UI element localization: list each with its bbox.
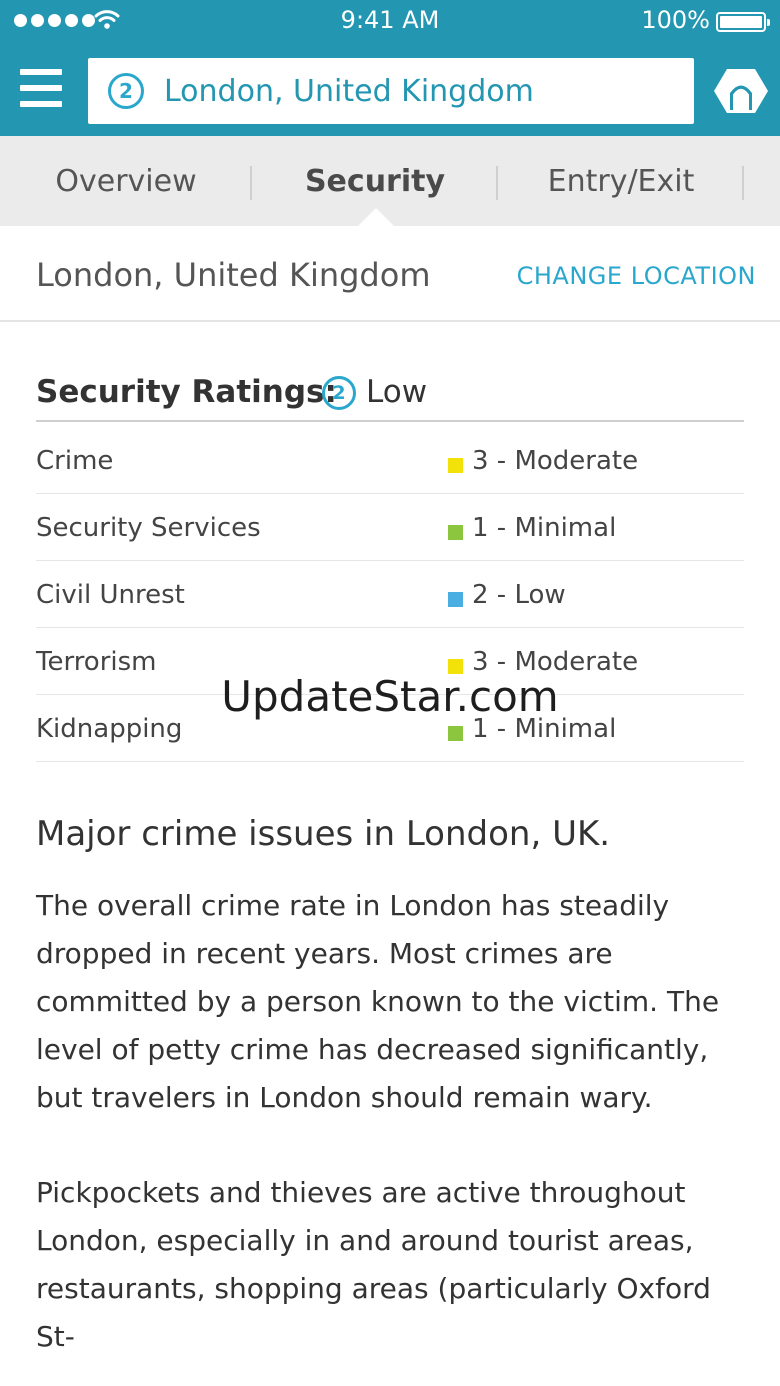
rating-row-terrorism: Terrorism 3 - Moderate [36,627,744,695]
battery-percent: 100% [641,6,710,34]
overall-rating-badge: 2 [322,376,356,410]
status-bar: 9:41 AM 100% [0,0,780,44]
rating-label: Crime [36,446,114,476]
location-header: London, United Kingdom CHANGE LOCATION [0,226,780,322]
rating-color-swatch [448,525,463,540]
top-bar: 2 London, United Kingdom [0,44,780,136]
tab-entry-exit[interactable]: Entry/Exit [498,136,744,226]
article-paragraph: Pickpockets and thieves are active throu… [36,1176,711,1353]
search-location-text: London, United Kingdom [164,73,534,109]
security-ratings-header: Security Ratings: 2 Low [36,372,744,422]
risk-rating-badge: 2 [108,73,144,109]
article-paragraph: The overall crime rate in London has ste… [36,889,720,1114]
active-tab-indicator [358,208,394,226]
app-logo-icon[interactable] [714,66,768,116]
battery-icon [716,12,770,32]
rating-row-civil-unrest: Civil Unrest 2 - Low [36,560,744,628]
rating-color-swatch [448,458,463,473]
rating-color-swatch [448,726,463,741]
location-search-box[interactable]: 2 London, United Kingdom [88,58,694,124]
rating-row-crime: Crime 3 - Moderate [36,426,744,494]
rating-label: Security Services [36,513,261,543]
overall-rating-level: Low [366,374,428,410]
rating-color-swatch [448,659,463,674]
rating-color-swatch [448,592,463,607]
rating-row-security-services: Security Services 1 - Minimal [36,493,744,561]
tab-overview[interactable]: Overview [0,136,252,226]
security-ratings-title: Security Ratings: [36,374,337,410]
rating-row-kidnapping: Kidnapping 1 - Minimal [36,694,744,762]
article-title: Major crime issues in London, UK. [36,814,611,854]
location-title: London, United Kingdom [36,256,431,294]
change-location-link[interactable]: CHANGE LOCATION [517,262,756,290]
rating-label: Terrorism [36,647,157,677]
rating-value: 3 - Moderate [472,446,639,476]
rating-label: Kidnapping [36,714,183,744]
rating-label: Civil Unrest [36,580,185,610]
hamburger-menu-icon[interactable] [20,67,62,109]
rating-value: 1 - Minimal [472,513,617,543]
tab-divider [742,166,744,200]
rating-value: 3 - Moderate [472,647,639,677]
rating-value: 2 - Low [472,580,566,610]
rating-value: 1 - Minimal [472,714,617,744]
